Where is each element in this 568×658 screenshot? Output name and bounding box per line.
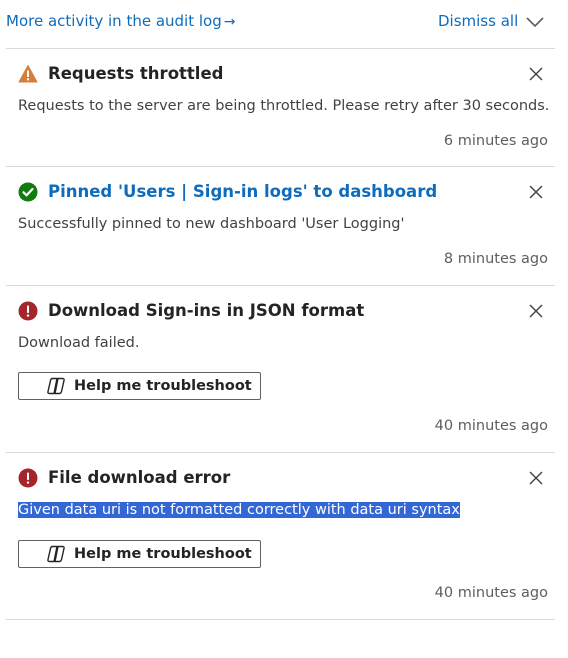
- error-circle-icon: [18, 301, 38, 321]
- notification-timestamp: 40 minutes ago: [434, 418, 548, 434]
- audit-log-link-label: More activity in the audit log: [6, 12, 222, 30]
- notification-title: Download Sign-ins in JSON format: [48, 301, 365, 320]
- help-me-troubleshoot-label: Help me troubleshoot: [74, 546, 252, 562]
- notification-description-selected: Given data uri is not formatted correctl…: [18, 502, 460, 518]
- divider: [6, 619, 555, 620]
- checkmark-circle-icon: [18, 182, 38, 202]
- close-icon[interactable]: [528, 303, 544, 319]
- notification-card: Pinned 'Users | Sign-in logs' to dashboa…: [0, 167, 568, 285]
- notification-card: Requests throttled Requests to the serve…: [0, 49, 568, 166]
- dismiss-all-button[interactable]: Dismiss all: [438, 12, 518, 30]
- arrow-right-icon: →: [223, 14, 236, 30]
- notification-timestamp: 6 minutes ago: [443, 133, 548, 149]
- notification-title: File download error: [48, 468, 231, 487]
- notification-card: Download Sign-ins in JSON format Downloa…: [0, 286, 568, 452]
- warning-triangle-icon: [18, 65, 38, 83]
- close-icon[interactable]: [528, 470, 544, 486]
- notifications-header: More activity in the audit log → Dismiss …: [0, 0, 568, 44]
- close-icon[interactable]: [528, 184, 544, 200]
- copilot-icon: [47, 377, 65, 395]
- audit-log-link[interactable]: More activity in the audit log →: [6, 12, 235, 30]
- notification-description: Successfully pinned to new dashboard 'Us…: [18, 216, 405, 232]
- notification-description: Download failed.: [18, 335, 140, 351]
- help-me-troubleshoot-button[interactable]: Help me troubleshoot: [18, 540, 261, 568]
- help-me-troubleshoot-button[interactable]: Help me troubleshoot: [18, 372, 261, 400]
- close-icon[interactable]: [528, 66, 544, 82]
- copilot-icon: [47, 545, 65, 563]
- notification-description: Requests to the server are being throttl…: [18, 98, 550, 114]
- notification-timestamp: 8 minutes ago: [443, 251, 548, 267]
- notification-title-link[interactable]: Pinned 'Users | Sign-in logs' to dashboa…: [48, 182, 437, 201]
- help-me-troubleshoot-label: Help me troubleshoot: [74, 378, 252, 394]
- notification-title: Requests throttled: [48, 64, 224, 83]
- notification-card: File download error Given data uri is no…: [0, 453, 568, 619]
- chevron-down-icon[interactable]: [524, 14, 546, 30]
- error-circle-icon: [18, 468, 38, 488]
- notification-timestamp: 40 minutes ago: [434, 585, 548, 601]
